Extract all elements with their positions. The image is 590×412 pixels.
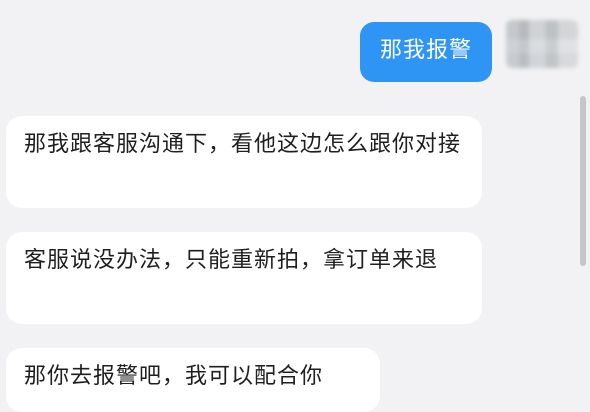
outgoing-message-bubble[interactable]: 那我报警: [360, 22, 493, 82]
incoming-message-bubble[interactable]: 客服说没办法，只能重新拍，拿订单来退: [6, 232, 482, 324]
scrollbar[interactable]: [580, 96, 586, 266]
incoming-message-bubble[interactable]: 那我跟客服沟通下，看他这边怎么跟你对接: [6, 116, 482, 208]
chat-thread: 那我报警 那我跟客服沟通下，看他这边怎么跟你对接 客服说没办法，只能重新拍，拿订…: [0, 0, 590, 412]
user-avatar[interactable]: [506, 20, 578, 68]
incoming-message-bubble[interactable]: 那你去报警吧，我可以配合你: [6, 348, 380, 412]
